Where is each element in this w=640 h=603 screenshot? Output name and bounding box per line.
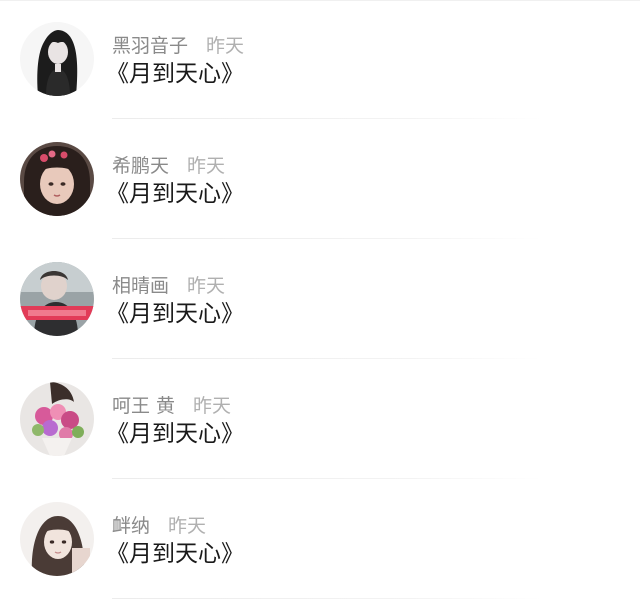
comment-text: 《月到天心》 xyxy=(106,301,244,327)
avatar[interactable] xyxy=(20,22,94,96)
comment-text: 《月到天心》 xyxy=(106,61,244,87)
avatar[interactable] xyxy=(20,142,94,216)
comment-meta: 希鹏天 昨天 xyxy=(112,155,225,177)
row-divider xyxy=(112,598,542,599)
username[interactable]: 希鹏天 xyxy=(112,155,169,177)
comment-row[interactable]: 相晴画 昨天 《月到天心》 xyxy=(0,240,640,360)
username[interactable]: 呵王 黄 xyxy=(112,395,175,417)
username[interactable]: 相晴画 xyxy=(112,275,169,297)
avatar-girl-red-banner-icon xyxy=(20,262,94,336)
comment-row[interactable]: 呵王 黄昨天 《月到天心》 xyxy=(0,360,640,480)
timestamp: 昨天 xyxy=(187,155,226,177)
avatar[interactable] xyxy=(20,502,94,576)
comment-text: 《月到天心》 xyxy=(106,541,244,567)
row-divider xyxy=(112,118,542,119)
comment-text: 《月到天心》 xyxy=(106,181,244,207)
comment-row[interactable]: 衅纳 昨天 《月到天心》 xyxy=(0,480,640,600)
timestamp: 昨天 xyxy=(187,275,226,297)
comment-row[interactable]: 黑羽音子 昨天 《月到天心》 xyxy=(0,0,640,120)
comment-meta: 呵王 黄昨天 xyxy=(112,395,231,417)
comment-meta: 相晴画 昨天 xyxy=(112,275,225,297)
comment-row[interactable]: 希鹏天 昨天 《月到天心》 xyxy=(0,120,640,240)
avatar-girl-hairclips-icon xyxy=(20,142,94,216)
avatar-girl-light-icon xyxy=(20,502,94,576)
username[interactable]: 衅纳 xyxy=(112,515,150,537)
timestamp: 昨天 xyxy=(193,395,232,417)
avatar[interactable] xyxy=(20,262,94,336)
timestamp: 昨天 xyxy=(206,35,245,57)
avatar[interactable] xyxy=(20,382,94,456)
comment-list: 黑羽音子 昨天 《月到天心》 希鹏天 昨天 《月到天心》 相晴画 昨天 《月到天… xyxy=(0,0,640,603)
row-divider xyxy=(112,358,542,359)
username[interactable]: 黑羽音子 xyxy=(112,35,188,57)
row-divider xyxy=(112,238,542,239)
comment-meta: 黑羽音子 昨天 xyxy=(112,35,244,57)
row-divider xyxy=(112,478,542,479)
avatar-dark-anime-girl-icon xyxy=(20,22,94,96)
comment-meta: 衅纳 昨天 xyxy=(112,515,206,537)
avatar-flower-bouquet-icon xyxy=(20,382,94,456)
timestamp: 昨天 xyxy=(168,515,207,537)
comment-text: 《月到天心》 xyxy=(106,421,244,447)
